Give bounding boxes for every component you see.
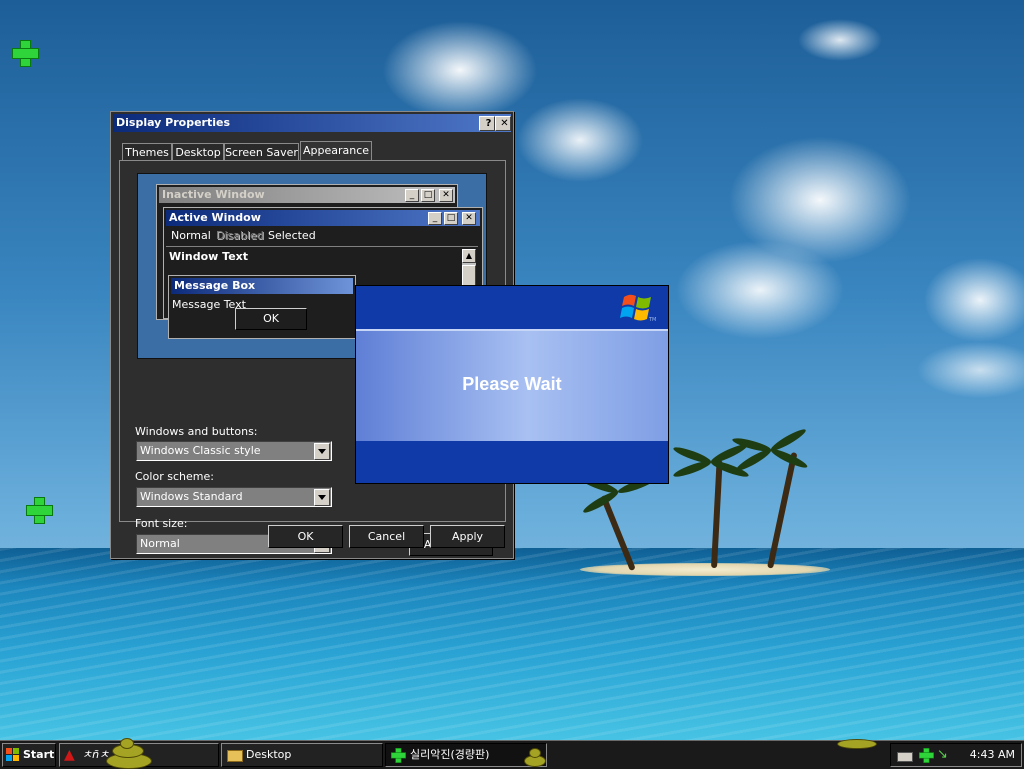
green-cross-icon [391,748,406,763]
please-wait-message: Please Wait [462,374,562,394]
green-cross-icon[interactable] [919,748,934,763]
poo-icon [835,739,877,749]
close-icon: ✕ [439,189,453,202]
windows-flag-icon [6,748,19,761]
close-icon: ✕ [462,212,476,225]
please-wait-header: TM [356,286,668,329]
please-wait-footer [356,441,668,483]
cancel-button[interactable]: Cancel [349,525,424,548]
please-wait-dialog: TM Please Wait [355,285,669,484]
windows-buttons-select[interactable]: Windows Classic style [136,441,332,461]
sea [0,548,1024,740]
minimize-icon: _ [428,212,442,225]
start-button[interactable]: Start [2,743,56,767]
tab-screen-saver[interactable]: Screen Saver [224,143,299,161]
preview-menu-bar: Normal Disabled Selected [166,228,478,244]
color-scheme-select[interactable]: Windows Standard [136,487,332,507]
preview-ok-button: OK [235,308,307,330]
color-scheme-label: Color scheme: [135,470,214,483]
ok-button[interactable]: OK [268,525,343,548]
palm-tree [579,470,660,572]
menu-normal: Normal [171,229,211,242]
chevron-down-icon[interactable] [314,489,330,506]
keyboard-icon[interactable] [897,752,913,762]
menu-selected: Selected [268,229,316,242]
taskbar-item-desktop[interactable]: Desktop [221,743,383,767]
font-size-label: Font size: [135,517,188,530]
apply-button[interactable]: Apply [430,525,505,548]
chevron-down-icon[interactable] [314,443,330,460]
tab-appearance[interactable]: Appearance [300,141,372,161]
warning-icon: ▲ [64,747,75,763]
tab-desktop[interactable]: Desktop [172,143,224,161]
system-tray: ↘ 4:43 AM [890,743,1022,767]
poo-icon [522,745,548,767]
menu-disabled: Disabled [216,229,264,242]
poo-icon [104,737,154,769]
maximize-icon: □ [444,212,458,225]
minimize-icon: _ [405,189,419,202]
message-box-caption: Message Box [171,278,353,294]
window-title: Display Properties [116,116,231,129]
green-cross-icon[interactable] [26,497,53,524]
palm-tree [731,420,809,570]
close-button[interactable]: ✕ [495,116,511,131]
network-icon[interactable]: ↘ [937,747,948,762]
folder-icon [227,750,243,762]
preview-message-box: Message Box Message Text OK [168,275,356,339]
taskbar: Start ▲ ㅊñㅊ Desktop 실리악진(경량판) ↘ 4:43 AM [0,737,1024,769]
help-button[interactable]: ? [479,116,495,131]
clock[interactable]: 4:43 AM [970,744,1015,766]
green-cross-icon[interactable] [12,40,39,67]
window-text: Window Text [169,250,249,263]
window-title-bar[interactable]: Display Properties ? ✕ [113,114,511,132]
tab-themes[interactable]: Themes [122,143,172,161]
trademark: TM [649,317,657,323]
maximize-icon: □ [421,189,435,202]
windows-buttons-label: Windows and buttons: [135,425,258,438]
